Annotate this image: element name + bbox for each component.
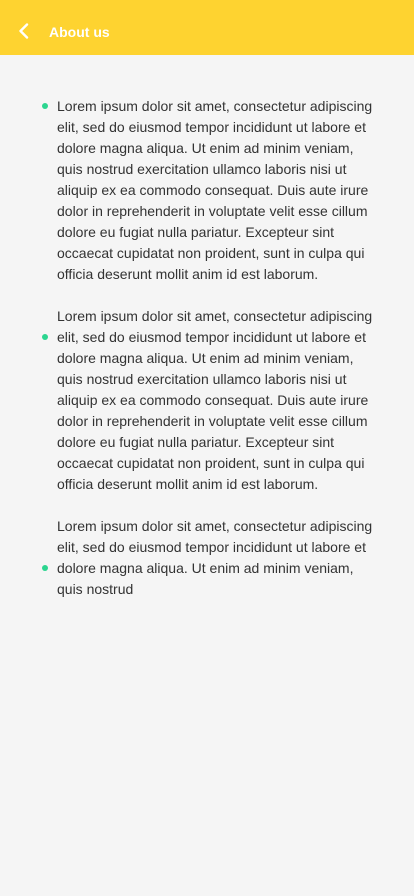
list-item: Lorem ipsum dolor sit amet, consectetur … — [0, 306, 414, 495]
bullet-icon — [42, 103, 48, 109]
bullet-icon — [42, 565, 48, 571]
list-item: Lorem ipsum dolor sit amet, consectetur … — [0, 516, 414, 600]
paragraph-text: Lorem ipsum dolor sit amet, consectetur … — [57, 518, 373, 597]
paragraph-text: Lorem ipsum dolor sit amet, consectetur … — [57, 308, 373, 492]
bullet-icon — [42, 334, 48, 340]
page-title: About us — [49, 24, 110, 40]
back-button[interactable] — [10, 16, 38, 44]
chevron-left-icon — [19, 23, 29, 39]
header-bar: About us — [0, 0, 414, 55]
list-item: Lorem ipsum dolor sit amet, consectetur … — [0, 96, 414, 285]
about-content: Lorem ipsum dolor sit amet, consectetur … — [0, 96, 414, 621]
paragraph-text: Lorem ipsum dolor sit amet, consectetur … — [57, 98, 373, 282]
